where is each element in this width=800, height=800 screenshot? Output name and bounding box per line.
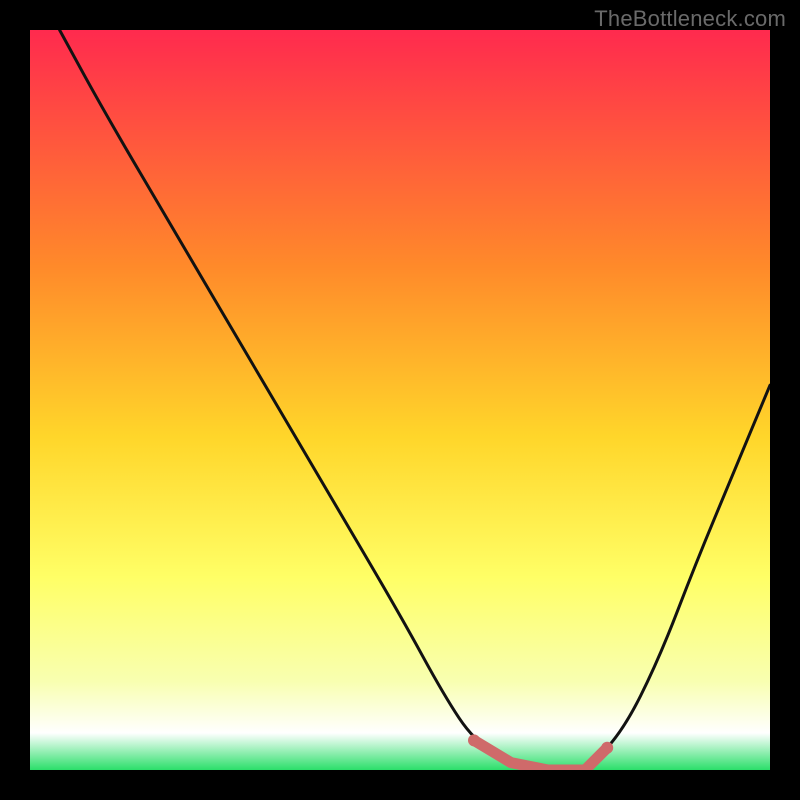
- watermark-text: TheBottleneck.com: [594, 6, 786, 32]
- chart-svg: [30, 30, 770, 770]
- plot-area: [30, 30, 770, 770]
- chart-frame: TheBottleneck.com: [0, 0, 800, 800]
- valley-endpoint-left: [468, 734, 480, 746]
- valley-endpoint-right: [601, 742, 613, 754]
